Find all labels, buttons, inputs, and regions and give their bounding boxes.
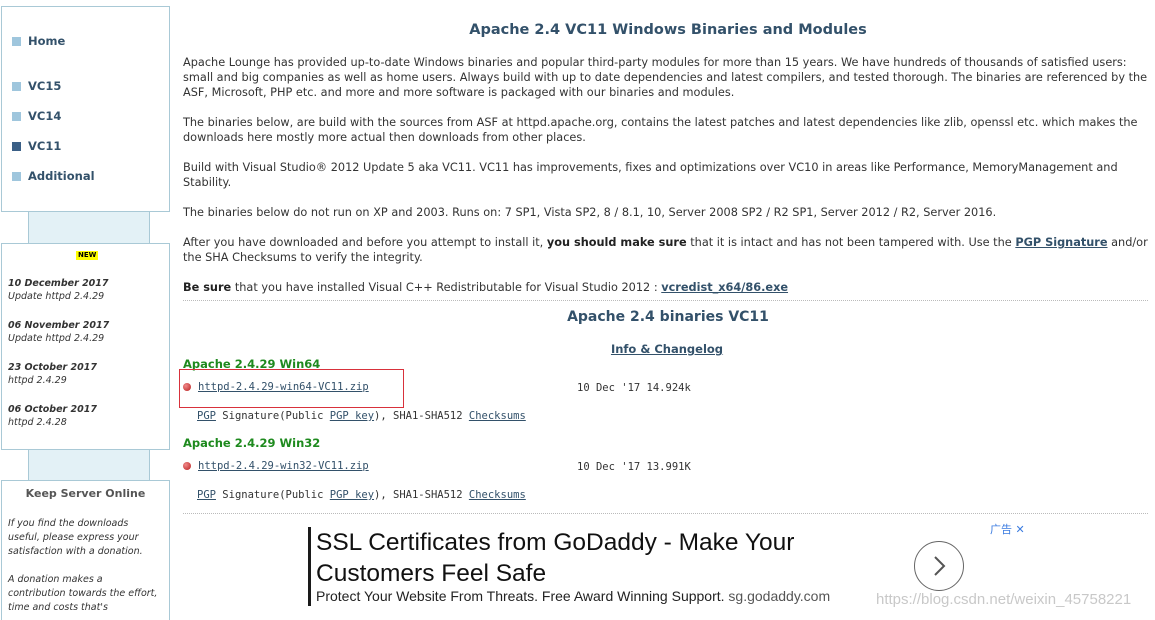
download-row-win32: httpd-2.4.29-win32-VC11.zip bbox=[183, 460, 369, 472]
news-text: Update httpd 2.4.29 bbox=[8, 291, 105, 302]
info-changelog-row: Info & Changelog bbox=[183, 342, 1151, 356]
ad-desc-text: Protect Your Website From Threats. Free … bbox=[316, 588, 725, 604]
page-title: Apache 2.4 VC11 Windows Binaries and Mod… bbox=[469, 22, 867, 38]
text: ), SHA1-SHA512 bbox=[374, 410, 463, 422]
keep-server-online-box: Keep Server Online If you find the downl… bbox=[1, 480, 170, 620]
news-text: Update httpd 2.4.29 bbox=[8, 333, 105, 344]
sidebar-connector bbox=[28, 450, 150, 480]
sidebar-item-label: Home bbox=[28, 34, 66, 48]
info-changelog-link[interactable]: Info & Changelog bbox=[611, 342, 723, 356]
square-bullet-icon bbox=[12, 171, 21, 181]
paragraph-sources: The binaries below, are build with the s… bbox=[183, 116, 1138, 144]
new-badge: NEW bbox=[76, 251, 99, 260]
pgp-key-link[interactable]: PGP key bbox=[330, 410, 374, 422]
pgp-link[interactable]: PGP bbox=[197, 410, 216, 422]
vcredist-link[interactable]: vcredist_x64/86.exe bbox=[661, 281, 788, 294]
news-box: NEW 10 December 2017 Update httpd 2.4.29… bbox=[1, 243, 170, 450]
red-bullet-icon bbox=[183, 383, 191, 391]
paragraph-build: Build with Visual Studio® 2012 Update 5 … bbox=[183, 161, 1118, 189]
pgp-key-link[interactable]: PGP key bbox=[330, 489, 374, 501]
text: ), SHA1-SHA512 bbox=[374, 489, 463, 501]
watermark: https://blog.csdn.net/weixin_45758221 bbox=[876, 591, 1132, 608]
download-row-win64: httpd-2.4.29-win64-VC11.zip bbox=[183, 381, 369, 393]
paragraph-verify: After you have downloaded and before you… bbox=[183, 235, 1148, 265]
download-link-win64[interactable]: httpd-2.4.29-win64-VC11.zip bbox=[198, 381, 369, 393]
sidebar-item-label: VC14 bbox=[28, 109, 62, 123]
download-meta: 10 Dec '17 14.924k bbox=[577, 382, 691, 394]
checksums-link[interactable]: Checksums bbox=[469, 489, 526, 501]
ad-headline[interactable]: SSL Certificates from GoDaddy - Make You… bbox=[316, 527, 794, 589]
paragraph-intro: Apache Lounge has provided up-to-date Wi… bbox=[183, 56, 1148, 99]
section-title: Apache 2.4 binaries VC11 bbox=[567, 309, 769, 325]
signature-row: PGP Signature(Public PGP key), SHA1-SHA5… bbox=[197, 489, 526, 501]
sidebar-item-label: VC15 bbox=[28, 79, 62, 93]
text: that it is intact and has not been tampe… bbox=[690, 236, 1012, 249]
paragraph-redist: Be sure that you have installed Visual C… bbox=[183, 280, 1148, 295]
news-item: 06 November 2017 Update httpd 2.4.29 bbox=[8, 319, 109, 345]
red-bullet-icon bbox=[183, 462, 191, 470]
square-bullet-icon bbox=[12, 111, 21, 121]
text: that you have installed Visual C++ Redis… bbox=[234, 281, 658, 294]
news-date: 10 December 2017 bbox=[8, 278, 109, 289]
sidebar-item-vc15[interactable]: VC15 bbox=[12, 79, 61, 93]
text: Signature(Public bbox=[222, 410, 324, 422]
sidebar-item-vc11[interactable]: VC11 bbox=[12, 139, 61, 153]
ad-accent-bar bbox=[308, 527, 311, 606]
sidebar-item-home[interactable]: Home bbox=[12, 34, 65, 48]
sidebar-connector bbox=[28, 212, 150, 243]
divider bbox=[183, 300, 1148, 301]
download-link-win32[interactable]: httpd-2.4.29-win32-VC11.zip bbox=[198, 460, 369, 472]
ad-headline-line: SSL Certificates from GoDaddy - Make You… bbox=[316, 529, 795, 556]
text: Signature(Public bbox=[222, 489, 324, 501]
news-item: 23 October 2017 httpd 2.4.29 bbox=[8, 361, 97, 387]
paragraph-compat: The binaries below do not run on XP and … bbox=[183, 206, 997, 219]
sidebar-item-label: Additional bbox=[28, 169, 95, 183]
news-date: 06 October 2017 bbox=[8, 404, 97, 415]
sidebar-item-label: VC11 bbox=[28, 139, 62, 153]
news-item: 06 October 2017 httpd 2.4.28 bbox=[8, 403, 97, 429]
download-meta: 10 Dec '17 13.991K bbox=[577, 461, 691, 473]
win32-heading: Apache 2.4.29 Win32 bbox=[183, 436, 321, 450]
keep-text: If you find the downloads useful, please… bbox=[8, 518, 143, 557]
news-item: 10 December 2017 Update httpd 2.4.29 bbox=[8, 277, 109, 303]
pgp-signature-link[interactable]: PGP Signature bbox=[1015, 236, 1107, 249]
news-date: 06 November 2017 bbox=[8, 320, 110, 331]
text-bold: Be sure bbox=[183, 281, 232, 294]
square-bullet-icon bbox=[12, 141, 21, 151]
ad-headline-line: Customers Feel Safe bbox=[316, 560, 547, 587]
ad-arrow-button[interactable] bbox=[914, 541, 964, 591]
ad-description[interactable]: Protect Your Website From Threats. Free … bbox=[316, 588, 830, 604]
sidebar-item-vc14[interactable]: VC14 bbox=[12, 109, 61, 123]
ad-domain: sg.godaddy.com bbox=[728, 588, 831, 604]
ad-close-marker[interactable]: 广告 ✕ bbox=[990, 521, 1025, 537]
pgp-link[interactable]: PGP bbox=[197, 489, 216, 501]
news-text: httpd 2.4.28 bbox=[8, 417, 67, 428]
divider bbox=[183, 513, 1148, 514]
text-bold: you should make sure bbox=[546, 236, 687, 249]
signature-row: PGP Signature(Public PGP key), SHA1-SHA5… bbox=[197, 410, 526, 422]
news-text: httpd 2.4.29 bbox=[8, 375, 67, 386]
sidebar-nav: Home VC15 VC14 VC11 Additional bbox=[1, 6, 170, 212]
keep-title: Keep Server Online bbox=[25, 487, 146, 500]
news-date: 23 October 2017 bbox=[8, 362, 97, 373]
sidebar-item-additional[interactable]: Additional bbox=[12, 169, 95, 183]
square-bullet-icon bbox=[12, 81, 21, 91]
square-bullet-icon bbox=[12, 36, 21, 46]
keep-text: A donation makes a contribution towards … bbox=[8, 574, 158, 613]
chevron-right-icon bbox=[934, 556, 946, 576]
checksums-link[interactable]: Checksums bbox=[469, 410, 526, 422]
text: After you have downloaded and before you… bbox=[183, 236, 544, 249]
